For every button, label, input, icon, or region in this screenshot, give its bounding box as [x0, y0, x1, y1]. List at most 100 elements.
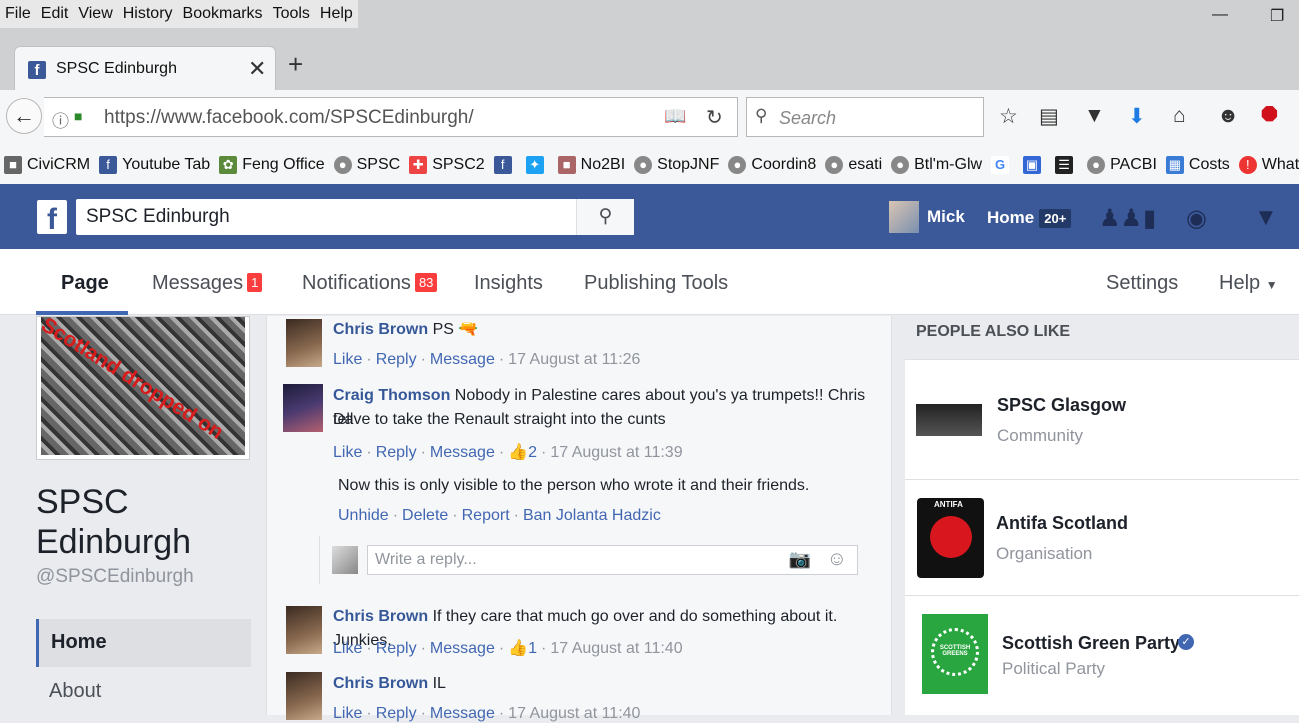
menu-edit[interactable]: Edit [36, 5, 74, 23]
message-link[interactable]: Message [430, 640, 495, 657]
commenter-avatar[interactable] [286, 319, 322, 367]
tab-page[interactable]: Page [61, 272, 109, 295]
page-handle[interactable]: @SPSCEdinburgh [36, 566, 194, 588]
reader-view-icon[interactable]: 📖 [664, 106, 686, 127]
star-icon[interactable]: ☆ [999, 104, 1018, 129]
like-link[interactable]: Like [333, 351, 362, 368]
menu-view[interactable]: View [73, 5, 117, 23]
tab-publishing-tools[interactable]: Publishing Tools [584, 272, 728, 295]
new-tab-icon[interactable]: + [288, 49, 303, 80]
search-icon[interactable]: ⚲ [576, 199, 634, 235]
restore-icon[interactable]: ❐ [1270, 6, 1284, 26]
bookmark-youtube-tab[interactable]: f Youtube Tab [99, 156, 210, 174]
pocket-icon[interactable]: ▼ [1084, 104, 1105, 128]
lock-icon[interactable]: ■ [74, 108, 82, 124]
bookmark-esati[interactable]: ● esati [825, 156, 882, 174]
home-link[interactable]: Home 20+ [987, 208, 1072, 228]
message-link[interactable]: Message [430, 444, 495, 461]
reply-link[interactable]: Reply [376, 444, 417, 461]
message-link[interactable]: Message [430, 705, 495, 722]
bookmark-costs[interactable]: ▦ Costs [1165, 156, 1230, 174]
suggested-page-name[interactable]: SPSC Glasgow [997, 395, 1126, 416]
like-link[interactable]: Like [333, 640, 362, 657]
suggested-page-name[interactable]: Antifa Scotland [996, 513, 1128, 534]
back-icon[interactable]: ← [6, 98, 42, 134]
suggested-page-card[interactable]: SCOTTISH GREENS Scottish Green Party ✓ P… [905, 595, 1299, 715]
menu-history[interactable]: History [118, 5, 178, 23]
account-menu-icon[interactable]: ▼ [1254, 204, 1278, 232]
menu-help[interactable]: Help [315, 5, 358, 23]
bookmark-coordin8[interactable]: ● Coordin8 [728, 156, 816, 174]
tab-insights[interactable]: Insights [474, 272, 543, 295]
home-icon[interactable]: ⌂ [1173, 104, 1186, 128]
browser-tab[interactable]: f SPSC Edinburgh ✕ [14, 46, 276, 92]
delete-link[interactable]: Delete [402, 507, 448, 524]
commenter-avatar[interactable] [283, 384, 323, 432]
comment-timestamp[interactable]: 17 August at 11:40 [508, 705, 640, 722]
commenter-name[interactable]: Chris Brown [333, 321, 428, 338]
close-tab-icon[interactable]: ✕ [248, 56, 266, 82]
tab-messages[interactable]: Messages 1 [152, 272, 263, 295]
menu-bookmarks[interactable]: Bookmarks [178, 5, 268, 23]
tab-settings[interactable]: Settings [1106, 272, 1178, 295]
bookmark-whatsapp[interactable]: !WhatsApp [1238, 156, 1299, 174]
messages-icon[interactable]: ▮ [1143, 204, 1156, 233]
bookmark-pacbi[interactable]: ● PACBI [1087, 156, 1157, 174]
commenter-avatar[interactable] [286, 606, 322, 654]
ban-user-link[interactable]: Ban Jolanta Hadzic [523, 507, 661, 524]
bookmark-calendar[interactable]: ▣ [1023, 156, 1046, 174]
reply-input[interactable]: Write a reply... 📷 ☺ [367, 545, 858, 575]
clipboard-icon[interactable]: ▤ [1039, 104, 1059, 129]
menu-tools[interactable]: Tools [268, 5, 315, 23]
bookmark-spsc[interactable]: ● SPSC [333, 156, 400, 174]
camera-icon[interactable]: 📷 [789, 549, 811, 570]
commenter-name[interactable]: Craig Thomson [333, 387, 450, 404]
message-link[interactable]: Message [430, 351, 495, 368]
commenter-name[interactable]: Chris Brown [333, 608, 428, 625]
notifications-globe-icon[interactable]: ◉ [1186, 204, 1207, 233]
comment-timestamp[interactable]: 17 August at 11:40 [550, 640, 682, 657]
profile-picture[interactable]: Scotland dropped on [36, 316, 250, 460]
info-icon[interactable]: ⓘ [52, 107, 69, 132]
comment-timestamp[interactable]: 17 August at 11:39 [550, 444, 682, 461]
reload-icon[interactable]: ↻ [706, 105, 723, 130]
bookmark-civicrm[interactable]: ■ CiviCRM [4, 156, 90, 174]
sidebar-item-home[interactable]: Home [36, 619, 251, 667]
smiley-icon[interactable]: ☻ [1217, 104, 1239, 128]
like-link[interactable]: Like [333, 444, 362, 461]
menu-file[interactable]: File [0, 5, 36, 23]
suggested-page-name[interactable]: Scottish Green Party [1002, 633, 1180, 654]
tab-help[interactable]: Help ▼ [1219, 272, 1278, 295]
bookmark-spsc2[interactable]: ✚ SPSC2 [409, 156, 485, 174]
report-link[interactable]: Report [462, 507, 510, 524]
facebook-search-value[interactable]: SPSC Edinburgh [86, 206, 230, 228]
facebook-logo-icon[interactable]: f [37, 200, 67, 236]
url-text[interactable]: https://www.facebook.com/SPSCEdinburgh/ [104, 107, 474, 129]
unhide-link[interactable]: Unhide [338, 507, 389, 524]
bookmark-feng-office[interactable]: ✿ Feng Office [219, 156, 325, 174]
commenter-name[interactable]: Chris Brown [333, 675, 428, 692]
like-count[interactable]: 2 [528, 444, 537, 461]
url-bar[interactable]: ⓘ ■ https://www.facebook.com/SPSCEdinbur… [44, 97, 738, 137]
suggested-page-card[interactable]: ANTIFA Antifa Scotland Organisation [905, 479, 1299, 595]
bookmark-notes[interactable]: ☰ [1055, 156, 1078, 174]
browser-search-input[interactable]: ⚲ Search [746, 97, 984, 137]
bookmark-no2bi[interactable]: ■ No2BI [557, 156, 625, 174]
facebook-search-input[interactable]: SPSC Edinburgh ⚲ [76, 199, 634, 235]
profile-link[interactable]: Mick [889, 201, 965, 233]
emoji-icon[interactable]: ☺ [827, 548, 847, 571]
minimize-icon[interactable]: — [1212, 6, 1228, 24]
friend-requests-icon[interactable]: ♟♟ [1099, 204, 1142, 233]
bookmark-btlm-glw[interactable]: ● Btl'm-Glw [891, 156, 982, 174]
like-link[interactable]: Like [333, 705, 362, 722]
bookmark-stopjnf[interactable]: ● StopJNF [634, 156, 719, 174]
reply-link[interactable]: Reply [376, 640, 417, 657]
comment-timestamp[interactable]: 17 August at 11:26 [508, 351, 640, 368]
sidebar-item-about[interactable]: About [49, 680, 101, 703]
bookmark-facebook[interactable]: f [493, 156, 517, 174]
bookmark-google[interactable]: G [991, 156, 1014, 174]
download-icon[interactable]: ⬇ [1128, 104, 1146, 129]
bookmark-twitter[interactable]: ✦ [525, 156, 549, 174]
reply-link[interactable]: Reply [376, 351, 417, 368]
like-count[interactable]: 1 [528, 640, 537, 657]
